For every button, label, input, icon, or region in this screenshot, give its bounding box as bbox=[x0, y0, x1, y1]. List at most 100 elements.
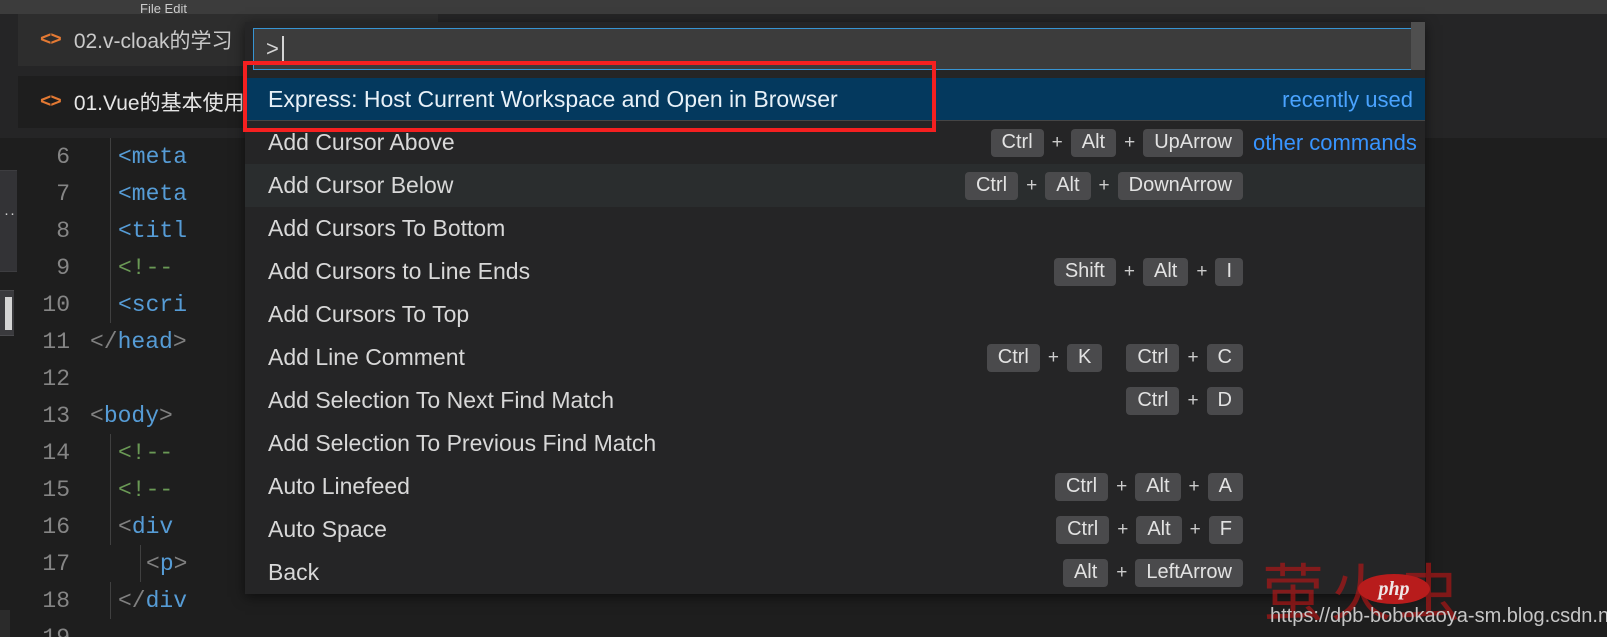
keybinding-key: F bbox=[1208, 515, 1243, 544]
code-line: 19 bbox=[22, 619, 352, 637]
command-palette-group-label bbox=[1253, 431, 1413, 457]
command-palette-group-label: recently used bbox=[1282, 86, 1413, 112]
keybinding-key: Alt bbox=[1045, 171, 1091, 200]
command-palette-item-label: Auto Space bbox=[268, 516, 387, 542]
keybinding-plus: + bbox=[1117, 518, 1129, 540]
command-palette-item[interactable]: Add Cursors To Bottom bbox=[245, 207, 1425, 250]
keybinding-plus: + bbox=[1188, 475, 1200, 497]
text-caret bbox=[281, 35, 284, 63]
keybinding-key: UpArrow bbox=[1143, 128, 1243, 157]
command-palette-item[interactable]: Express: Host Current Workspace and Open… bbox=[245, 78, 1425, 121]
code-text: </div bbox=[118, 587, 188, 614]
keybinding-key: A bbox=[1207, 472, 1243, 501]
keybinding-plus: + bbox=[1116, 475, 1128, 497]
keybinding-key: Alt bbox=[1136, 515, 1182, 544]
keybinding-key: Shift bbox=[1053, 257, 1116, 286]
command-palette[interactable]: > Express: Host Current Workspace and Op… bbox=[245, 22, 1425, 594]
command-palette-list[interactable]: Express: Host Current Workspace and Open… bbox=[245, 78, 1425, 594]
keybinding-plus: + bbox=[1196, 260, 1208, 282]
command-palette-item[interactable]: Add Selection To Next Find Match Ctrl + D bbox=[245, 379, 1425, 422]
line-number: 17 bbox=[42, 550, 70, 577]
command-palette-item[interactable]: Add Cursor Above Ctrl + Alt + UpArrow other co… bbox=[245, 121, 1425, 164]
command-palette-item[interactable]: Add Cursors To Top bbox=[245, 293, 1425, 336]
line-number: 10 bbox=[42, 291, 70, 318]
line-number: 13 bbox=[42, 402, 70, 429]
code-text: <p> bbox=[146, 550, 188, 577]
keybinding-plus: + bbox=[1026, 174, 1038, 196]
command-palette-item[interactable]: Add Selection To Previous Find Match bbox=[245, 422, 1425, 465]
indent-guide bbox=[110, 175, 111, 212]
keybinding-group: Ctrl + K bbox=[986, 343, 1103, 372]
command-palette-group-label: other commands bbox=[1253, 129, 1417, 155]
menu-bar[interactable]: File Edit bbox=[0, 0, 1607, 14]
command-palette-item-label: Add Selection To Previous Find Match bbox=[268, 430, 657, 456]
command-palette-group-label bbox=[1253, 259, 1413, 285]
keybinding-key: C bbox=[1206, 343, 1243, 372]
indent-guide bbox=[110, 138, 111, 175]
code-text: <div bbox=[118, 513, 174, 540]
keybinding-key: Ctrl bbox=[1126, 343, 1180, 372]
keybinding-key: Ctrl bbox=[990, 128, 1044, 157]
keybinding-plus: + bbox=[1189, 518, 1201, 540]
keybinding-plus: + bbox=[1187, 389, 1199, 411]
keybinding-plus: + bbox=[1116, 561, 1128, 583]
keybinding-key: Alt bbox=[1142, 257, 1189, 286]
line-number: 9 bbox=[56, 254, 70, 281]
command-palette-item[interactable]: Back Alt + LeftArrow bbox=[245, 551, 1425, 594]
keybinding-plus: + bbox=[1187, 346, 1199, 368]
keybinding-group: Ctrl + C bbox=[1126, 343, 1243, 372]
line-number: 15 bbox=[42, 476, 70, 503]
keybinding-key: Ctrl bbox=[1056, 515, 1110, 544]
scrollbar-thumb[interactable] bbox=[1411, 22, 1425, 70]
line-number: 7 bbox=[56, 180, 70, 207]
menu-bar-ghost-text: File Edit bbox=[140, 4, 187, 14]
keybinding-group: Ctrl + Alt + F bbox=[1056, 515, 1243, 544]
command-palette-input[interactable]: > bbox=[253, 28, 1417, 70]
command-palette-group-label bbox=[1253, 173, 1413, 199]
code-text: <!-- bbox=[118, 439, 174, 466]
indent-guide bbox=[110, 508, 111, 545]
keybinding-key: LeftArrow bbox=[1135, 558, 1243, 587]
command-palette-item-label: Add Cursor Below bbox=[268, 172, 454, 198]
keybinding-key: Alt bbox=[1062, 558, 1109, 587]
keybinding-plus: + bbox=[1123, 260, 1135, 282]
command-palette-item[interactable]: Add Line Comment Ctrl + K Ctrl + C bbox=[245, 336, 1425, 379]
command-palette-group-label bbox=[1253, 517, 1413, 543]
indent-guide bbox=[110, 471, 111, 508]
keybinding-key: Alt bbox=[1135, 472, 1181, 501]
keybinding-key: Ctrl bbox=[1126, 386, 1180, 415]
command-palette-item-label: Add Line Comment bbox=[268, 344, 465, 370]
command-palette-input-value: > bbox=[266, 36, 279, 61]
editor-tab-label: 01.Vue的基本使用 bbox=[73, 92, 245, 115]
indent-guide bbox=[110, 434, 111, 471]
command-palette-item[interactable]: Add Cursor Below Ctrl + Alt + DownArrow bbox=[245, 164, 1425, 207]
line-number: 16 bbox=[42, 513, 70, 540]
command-palette-item[interactable]: Auto Space Ctrl + Alt + F bbox=[245, 508, 1425, 551]
line-number: 8 bbox=[56, 217, 70, 244]
keybinding-key: DownArrow bbox=[1117, 171, 1243, 200]
keybinding-key: D bbox=[1206, 386, 1243, 415]
statusbar-sliver bbox=[0, 610, 10, 637]
command-palette-group-label bbox=[1253, 345, 1413, 371]
command-palette-item-label: Add Cursors To Bottom bbox=[268, 215, 506, 241]
command-palette-item[interactable]: Auto Linefeed Ctrl + Alt + A bbox=[245, 465, 1425, 508]
scrollbar-sliver[interactable] bbox=[0, 290, 14, 336]
keybinding-key: Alt bbox=[1070, 128, 1117, 157]
keybinding-key: I bbox=[1215, 257, 1243, 286]
command-palette-item[interactable]: Add Cursors to Line Ends Shift + Alt + I bbox=[245, 250, 1425, 293]
command-palette-item-label: Express: Host Current Workspace and Open… bbox=[268, 86, 838, 112]
code-text: <!-- bbox=[118, 254, 174, 281]
indent-guide bbox=[110, 286, 111, 323]
ellipsis-icon: ·· bbox=[4, 205, 16, 222]
keybinding-group: Ctrl + Alt + UpArrow bbox=[990, 128, 1243, 157]
command-palette-group-label bbox=[1253, 302, 1413, 328]
keybinding-group: Alt + LeftArrow bbox=[1062, 558, 1243, 587]
command-palette-item-label: Add Cursors to Line Ends bbox=[268, 258, 531, 284]
keybinding-plus: + bbox=[1124, 131, 1136, 153]
command-palette-scrollbar[interactable] bbox=[1411, 22, 1425, 594]
command-palette-item-label: Add Cursor Above bbox=[268, 129, 455, 155]
keybinding-key: Ctrl bbox=[1054, 472, 1109, 501]
command-palette-input-row: > bbox=[245, 22, 1425, 78]
command-palette-item-label: Add Cursors To Top bbox=[268, 301, 470, 327]
keybinding-plus: + bbox=[1051, 131, 1063, 153]
